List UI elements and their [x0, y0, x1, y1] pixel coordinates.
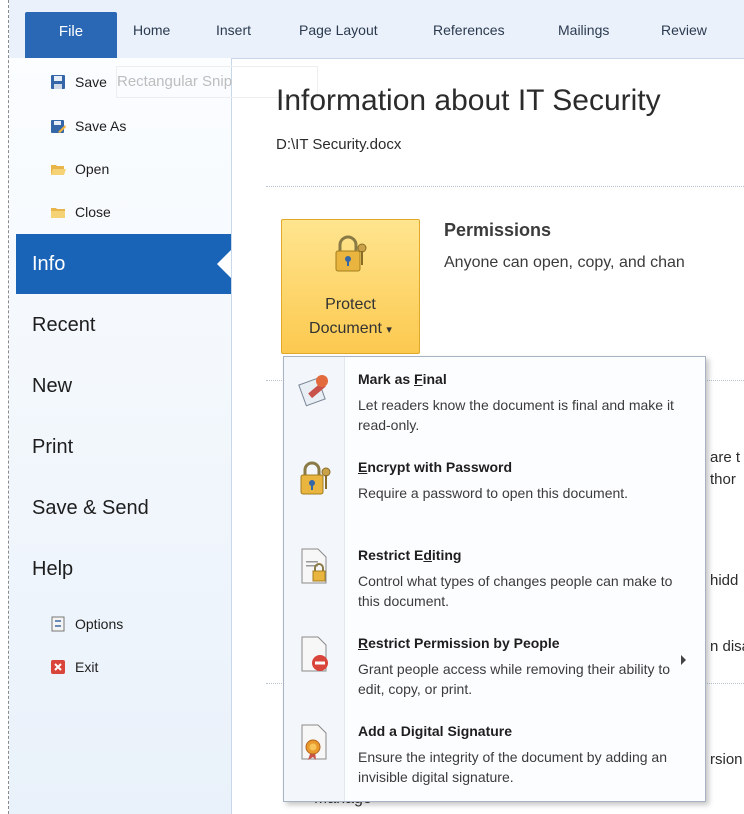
tab-mailings[interactable]: Mailings — [558, 22, 609, 38]
menu-item-description: Grant people access while removing their… — [358, 661, 671, 697]
protect-label-line2: Document ▾ — [282, 320, 419, 338]
tab-home[interactable]: Home — [133, 22, 170, 38]
tab-insert[interactable]: Insert — [216, 22, 251, 38]
tab-references[interactable]: References — [433, 22, 505, 38]
ribbon-tab-bar: File Home Insert Page Layout References … — [9, 0, 744, 59]
menu-item-title: Restrict Permission by People — [358, 635, 560, 651]
exit-icon — [50, 659, 66, 675]
sidebar-item-new[interactable]: New — [32, 375, 72, 398]
open-menu-item[interactable]: Open — [50, 158, 109, 180]
menu-item-description: Let readers know the document is final a… — [358, 397, 674, 433]
menu-item-title: Encrypt with Password — [358, 459, 513, 475]
access-key-letter: F — [414, 371, 423, 387]
sidebar-item-help[interactable]: Help — [32, 558, 73, 581]
open-folder-icon — [50, 161, 66, 177]
close-folder-icon — [50, 204, 66, 220]
sidebar-item-info[interactable]: Info — [16, 234, 231, 294]
menu-item-description: Ensure the integrity of the document by … — [358, 749, 667, 785]
access-key-letter: E — [358, 459, 368, 475]
menu-item-restrict-permission-by-people[interactable]: Restrict Permission by People Grant peop… — [284, 623, 705, 709]
tab-review[interactable]: Review — [661, 22, 707, 38]
background-text: are t — [710, 449, 741, 466]
sidebar-item-recent[interactable]: Recent — [32, 314, 95, 337]
open-label: Open — [75, 161, 110, 177]
restrict-editing-icon — [298, 547, 332, 584]
access-key-letter: d — [423, 547, 432, 563]
ghost-snip-text: Rectangular Snip — [117, 73, 233, 90]
mark-final-icon — [298, 371, 332, 407]
page-title: Information about IT Security — [276, 84, 661, 117]
menu-item-add-digital-signature[interactable]: Add a Digital Signature Ensure the integ… — [284, 711, 705, 797]
save-as-icon — [50, 118, 66, 134]
background-text: thor — [710, 471, 736, 488]
menu-item-title: Restrict Editing — [358, 547, 462, 563]
save-menu-item[interactable]: Save — [50, 71, 107, 93]
options-icon — [50, 616, 66, 632]
exit-menu-item[interactable]: Exit — [50, 656, 98, 678]
options-menu-item[interactable]: Options — [50, 613, 123, 635]
close-label: Close — [75, 204, 111, 220]
menu-item-title: Add a Digital Signature — [358, 723, 513, 739]
permissions-heading: Permissions — [444, 220, 552, 240]
menu-item-encrypt-with-password[interactable]: Encrypt with Password Require a password… — [284, 447, 705, 533]
chevron-down-icon: ▾ — [386, 324, 392, 336]
divider — [266, 186, 744, 187]
digital-signature-icon — [298, 723, 332, 760]
background-text: n disa — [710, 638, 744, 655]
close-menu-item[interactable]: Close — [50, 201, 111, 223]
tab-file[interactable]: File — [25, 12, 117, 58]
sidebar-item-save-send[interactable]: Save & Send — [32, 497, 149, 520]
menu-item-description: Require a password to open this document… — [358, 485, 629, 501]
save-as-menu-item[interactable]: Save As — [50, 115, 126, 137]
exit-label: Exit — [75, 659, 99, 675]
encrypt-lock-icon — [298, 459, 332, 495]
restrict-permission-icon — [298, 635, 332, 672]
info-label: Info — [32, 253, 66, 275]
access-key-letter: g — [460, 723, 470, 739]
background-text: rsion — [710, 751, 743, 768]
permissions-description: Anyone can open, copy, and chan — [444, 254, 685, 271]
menu-item-title: Mark as Final — [358, 371, 447, 387]
tab-page-layout[interactable]: Page Layout — [299, 22, 378, 38]
options-label: Options — [75, 616, 124, 632]
lock-key-icon — [332, 234, 368, 279]
submenu-arrow-icon — [681, 655, 686, 665]
menu-item-restrict-editing[interactable]: Restrict Editing Control what types of c… — [284, 535, 705, 621]
save-icon — [50, 74, 66, 90]
protect-label-line1: Protect — [325, 296, 376, 313]
protect-document-button[interactable]: Protect Document ▾ — [281, 219, 420, 354]
access-key-letter: R — [358, 635, 369, 651]
document-path: D:\IT Security.docx — [276, 136, 402, 153]
menu-item-mark-as-final[interactable]: Mark as Final Let readers know the docum… — [284, 359, 705, 445]
save-as-label: Save As — [75, 118, 127, 134]
sidebar-item-print[interactable]: Print — [32, 436, 73, 459]
background-text: hidd — [710, 572, 739, 589]
protect-document-menu: Mark as Final Let readers know the docum… — [283, 356, 706, 802]
protect-label-text: Document — [309, 320, 382, 337]
save-label: Save — [75, 74, 107, 90]
menu-item-description: Control what types of changes people can… — [358, 573, 673, 609]
